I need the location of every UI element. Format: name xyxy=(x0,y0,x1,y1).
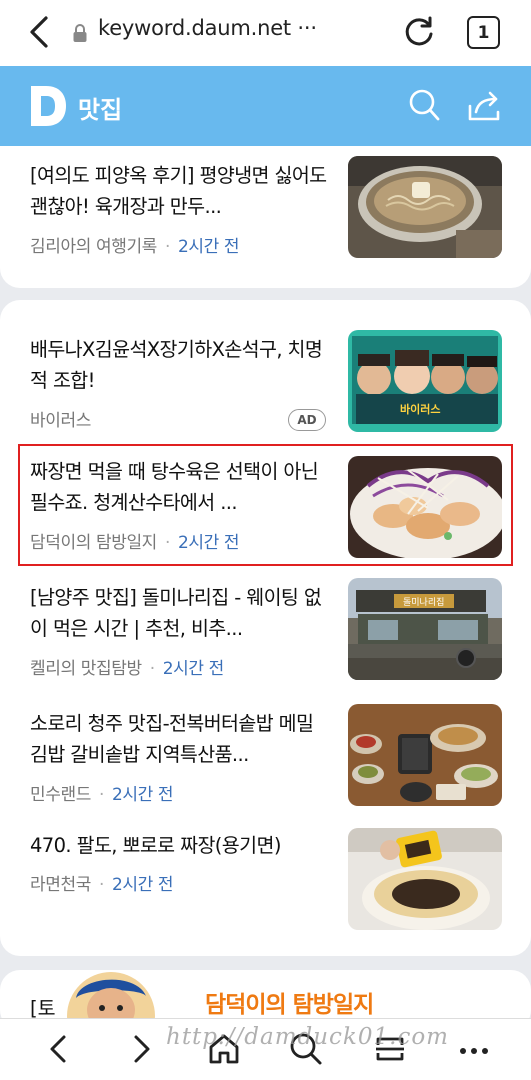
item-time: 2시간 전 xyxy=(162,659,225,679)
cup-noodle-thumbnail[interactable] xyxy=(348,828,502,930)
restaurant-image: 돌미나리집 xyxy=(348,578,502,680)
item-time: 2시간 전 xyxy=(177,237,240,257)
page-title: 맛집 xyxy=(78,96,123,124)
blog-watermark-title: 담덕이의 탐방일지 xyxy=(205,992,374,1018)
item-author: 민수랜드 xyxy=(30,785,91,805)
item-meta: 민수랜드 · 2시간 전 xyxy=(30,785,174,805)
naengmyeon-image xyxy=(348,156,502,258)
url-text[interactable]: keyword.daum.net ··· xyxy=(98,16,317,40)
item-title[interactable]: [여의도 피양옥 후기] 평양냉면 싫어도 괜찮아! 육개장과 만두... xyxy=(30,160,330,222)
table-set-thumbnail[interactable] xyxy=(348,704,502,806)
restaurant-thumbnail[interactable]: 돌미나리집 xyxy=(348,578,502,680)
item-title[interactable]: 배두나X김윤석X장기하X손석구, 치명적 조합! xyxy=(30,334,330,396)
daum-logo-icon[interactable] xyxy=(28,84,68,128)
item-time: 2시간 전 xyxy=(111,875,174,895)
item-author: 김리아의 여행기록 xyxy=(30,237,157,257)
item-meta: 바이러스 xyxy=(30,406,91,431)
list-item[interactable]: [여의도 피양옥 후기] 평양냉면 싫어도 괜찮아! 육개장과 만두... 김리… xyxy=(30,156,502,260)
result-card-1: [여의도 피양옥 후기] 평양냉면 싫어도 괜찮아! 육개장과 만두... 김리… xyxy=(0,146,531,288)
item-meta: 라면천국 · 2시간 전 xyxy=(30,875,174,895)
list-item[interactable]: 470. 팔도, 뽀로로 짜장(용기면) 라면천국 · 2시간 전 xyxy=(30,828,502,930)
movie-poster-thumbnail[interactable]: 바이러스 xyxy=(348,330,502,432)
tab-count-button[interactable]: 1 xyxy=(467,16,500,49)
lock-icon xyxy=(73,24,87,42)
daum-header: 맛집 xyxy=(0,66,531,146)
item-title[interactable]: [남양주 맛집] 돌미나리집 - 웨이팅 없이 먹은 시간 | 추천, 비추..… xyxy=(30,582,330,644)
item-title[interactable]: [토 xyxy=(30,992,56,1021)
highlight-box xyxy=(18,444,513,566)
item-author: 바이러스 xyxy=(30,411,91,431)
cup-noodle-image xyxy=(348,828,502,930)
back-arrow-icon[interactable] xyxy=(26,14,52,50)
more-icon[interactable] xyxy=(456,1031,492,1067)
naengmyeon-thumbnail[interactable] xyxy=(348,156,502,258)
item-author: 켈리의 맛집탐방 xyxy=(30,659,142,679)
item-meta: 켈리의 맛집탐방 · 2시간 전 xyxy=(30,659,225,679)
list-item[interactable]: [남양주 맛집] 돌미나리집 - 웨이팅 없이 먹은 시간 | 추천, 비추..… xyxy=(30,578,502,682)
result-card-2: 배두나X김윤석X장기하X손석구, 치명적 조합! 바이러스 AD 바이러스 짜장… xyxy=(0,300,531,956)
share-icon[interactable] xyxy=(466,88,502,124)
forward-icon[interactable] xyxy=(124,1031,160,1067)
ad-badge: AD xyxy=(288,409,326,431)
back-icon[interactable] xyxy=(40,1031,76,1067)
table-set-image xyxy=(348,704,502,806)
movie-poster-image: 바이러스 xyxy=(348,330,502,432)
poster-title: 바이러스 xyxy=(400,402,440,416)
list-item[interactable]: 소로리 청주 맛집-전복버터솥밥 메밀김밥 갈비솥밥 지역특산품... 민수랜드… xyxy=(30,704,502,808)
search-icon[interactable] xyxy=(408,88,440,124)
blog-watermark-url: http://damduck01.com xyxy=(166,1024,449,1050)
item-author: 라면천국 xyxy=(30,875,91,895)
reload-icon[interactable] xyxy=(402,15,436,49)
list-item[interactable]: 배두나X김윤석X장기하X손석구, 치명적 조합! 바이러스 AD 바이러스 xyxy=(30,330,502,434)
restaurant-sign: 돌미나리집 xyxy=(403,596,444,608)
item-title[interactable]: 소로리 청주 맛집-전복버터솥밥 메밀김밥 갈비솥밥 지역특산품... xyxy=(30,708,330,770)
item-time: 2시간 전 xyxy=(111,785,174,805)
browser-address-bar: keyword.daum.net ··· 1 xyxy=(0,0,531,66)
item-meta: 김리아의 여행기록 · 2시간 전 xyxy=(30,237,240,257)
